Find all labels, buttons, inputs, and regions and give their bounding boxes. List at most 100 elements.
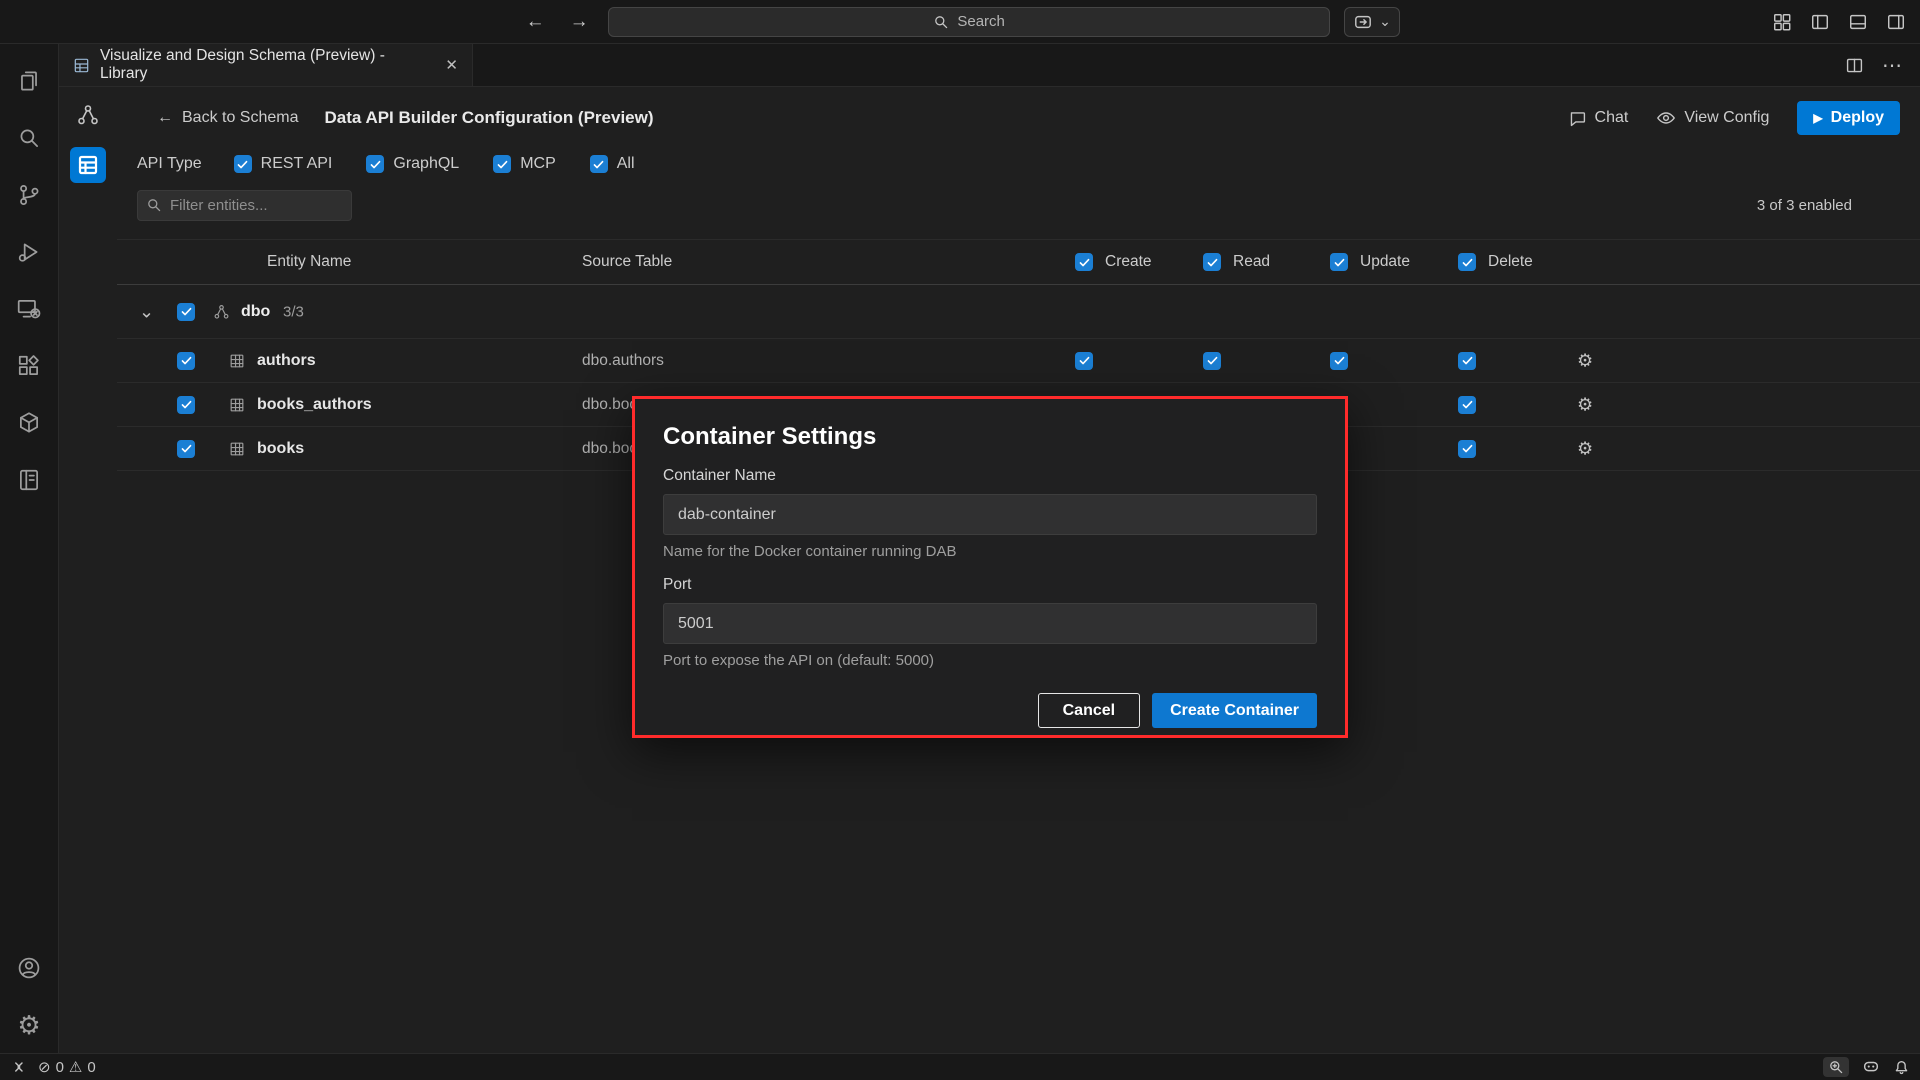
- error-icon: ⊘: [38, 1060, 51, 1075]
- account-icon[interactable]: [0, 939, 59, 996]
- port-help: Port to expose the API on (default: 5000…: [663, 652, 1317, 669]
- search-icon: [933, 14, 949, 30]
- checkbox-graphql[interactable]: GraphQL: [366, 155, 459, 173]
- option-label: GraphQL: [393, 155, 459, 173]
- row-checkbox[interactable]: [177, 352, 195, 370]
- schema-graph-view-button[interactable]: [70, 97, 106, 133]
- row-settings-gear-icon[interactable]: ⚙: [1577, 394, 1593, 415]
- settings-gear-icon[interactable]: ⚙: [0, 996, 59, 1053]
- table-row: authors dbo.authors ⚙: [117, 339, 1920, 383]
- select-all-update-checkbox[interactable]: [1330, 253, 1348, 271]
- row-settings-gear-icon[interactable]: ⚙: [1577, 438, 1593, 459]
- search-activity-icon[interactable]: [0, 109, 59, 166]
- copilot-icon[interactable]: [1862, 1058, 1880, 1076]
- checkbox-checked: [366, 155, 384, 173]
- source-control-icon[interactable]: [0, 166, 59, 223]
- problems-indicator[interactable]: ⊘ 0 ⚠ 0: [38, 1059, 96, 1076]
- nav-forward-icon[interactable]: →: [564, 11, 594, 33]
- toggle-secondary-sidebar-icon[interactable]: [1886, 12, 1906, 32]
- schema-designer-tab-icon: [73, 57, 90, 74]
- files-icon[interactable]: [0, 52, 59, 109]
- create-container-button[interactable]: Create Container: [1152, 693, 1317, 728]
- table-icon: [229, 397, 245, 413]
- split-editor-action-icon[interactable]: [1845, 56, 1864, 75]
- search-placeholder: Search: [957, 13, 1005, 30]
- col-entity-name: Entity Name: [267, 253, 351, 271]
- warning-count: 0: [87, 1059, 95, 1076]
- bell-icon[interactable]: [1893, 1059, 1910, 1076]
- row-settings-gear-icon[interactable]: ⚙: [1577, 350, 1593, 371]
- run-debug-icon[interactable]: [0, 223, 59, 280]
- split-editor-icon[interactable]: [1810, 12, 1830, 32]
- enabled-count: 3 of 3 enabled: [1757, 197, 1852, 214]
- col-update: Update: [1360, 253, 1410, 271]
- col-read: Read: [1233, 253, 1270, 271]
- option-label: REST API: [261, 155, 333, 173]
- deploy-button[interactable]: ▶ Deploy: [1797, 101, 1900, 135]
- container-name-input[interactable]: [663, 494, 1317, 535]
- select-all-delete-checkbox[interactable]: [1458, 253, 1476, 271]
- command-center-search[interactable]: Search: [608, 7, 1330, 37]
- delete-checkbox[interactable]: [1458, 352, 1476, 370]
- col-delete: Delete: [1488, 253, 1533, 271]
- warning-icon: ⚠: [69, 1060, 82, 1075]
- row-checkbox[interactable]: [177, 396, 195, 414]
- checkbox-mcp[interactable]: MCP: [493, 155, 556, 173]
- back-label: Back to Schema: [182, 109, 299, 127]
- checkbox-checked: [590, 155, 608, 173]
- database-project-icon[interactable]: [0, 451, 59, 508]
- nav-back-icon[interactable]: ←: [520, 11, 550, 33]
- toggle-panel-icon[interactable]: [1848, 12, 1868, 32]
- remote-icon[interactable]: [10, 1059, 26, 1075]
- table-icon: [229, 353, 245, 369]
- filter-entities-input[interactable]: [137, 190, 352, 221]
- read-checkbox[interactable]: [1203, 352, 1221, 370]
- create-checkbox[interactable]: [1075, 352, 1093, 370]
- session-icon: [1353, 13, 1373, 31]
- close-icon[interactable]: ✕: [445, 56, 458, 74]
- entity-name: authors: [257, 352, 316, 370]
- port-input[interactable]: [663, 603, 1317, 644]
- collapse-chevron-icon[interactable]: ⌄: [139, 301, 154, 322]
- view-config-button[interactable]: View Config: [1656, 108, 1769, 128]
- chat-icon: [1568, 109, 1587, 128]
- error-count: 0: [56, 1059, 64, 1076]
- remote-explorer-icon[interactable]: [0, 280, 59, 337]
- tab-visualize-schema[interactable]: Visualize and Design Schema (Preview) - …: [59, 44, 473, 86]
- extensions-icon[interactable]: [0, 337, 59, 394]
- group-checkbox[interactable]: [177, 303, 195, 321]
- update-checkbox[interactable]: [1330, 352, 1348, 370]
- deploy-label: Deploy: [1831, 109, 1884, 127]
- delete-checkbox[interactable]: [1458, 396, 1476, 414]
- chevron-down-icon: ⌄: [1379, 17, 1391, 25]
- api-type-label: API Type: [137, 155, 202, 173]
- database-cube-icon[interactable]: [0, 394, 59, 451]
- session-picker-button[interactable]: ⌄: [1344, 7, 1400, 37]
- container-name-label: Container Name: [663, 467, 1317, 485]
- delete-checkbox[interactable]: [1458, 440, 1476, 458]
- layout-grid-icon[interactable]: [1772, 12, 1792, 32]
- schema-icon: [213, 303, 230, 320]
- zoom-icon[interactable]: [1823, 1057, 1849, 1077]
- back-to-schema-link[interactable]: ← Back to Schema: [157, 109, 299, 127]
- option-label: MCP: [520, 155, 556, 173]
- status-bar: ⊘ 0 ⚠ 0: [0, 1053, 1920, 1080]
- container-settings-dialog: Container Settings Container Name Name f…: [632, 396, 1348, 738]
- checkbox-all[interactable]: All: [590, 155, 635, 173]
- editor-tab-bar: Visualize and Design Schema (Preview) - …: [59, 44, 1920, 87]
- chat-label: Chat: [1595, 109, 1629, 127]
- row-checkbox[interactable]: [177, 440, 195, 458]
- table-header-row: Entity Name Source Table Create Read Upd…: [117, 239, 1920, 285]
- table-icon: [229, 441, 245, 457]
- cancel-button[interactable]: Cancel: [1038, 693, 1140, 728]
- select-all-create-checkbox[interactable]: [1075, 253, 1093, 271]
- dab-config-view-button[interactable]: [70, 147, 106, 183]
- select-all-read-checkbox[interactable]: [1203, 253, 1221, 271]
- chat-button[interactable]: Chat: [1568, 109, 1629, 128]
- group-name: dbo: [241, 303, 270, 321]
- dialog-title: Container Settings: [663, 423, 1317, 451]
- entity-name: books_authors: [257, 396, 372, 414]
- more-actions-icon[interactable]: ⋯: [1882, 53, 1902, 78]
- tab-label: Visualize and Design Schema (Preview) - …: [100, 47, 435, 83]
- checkbox-rest-api[interactable]: REST API: [234, 155, 333, 173]
